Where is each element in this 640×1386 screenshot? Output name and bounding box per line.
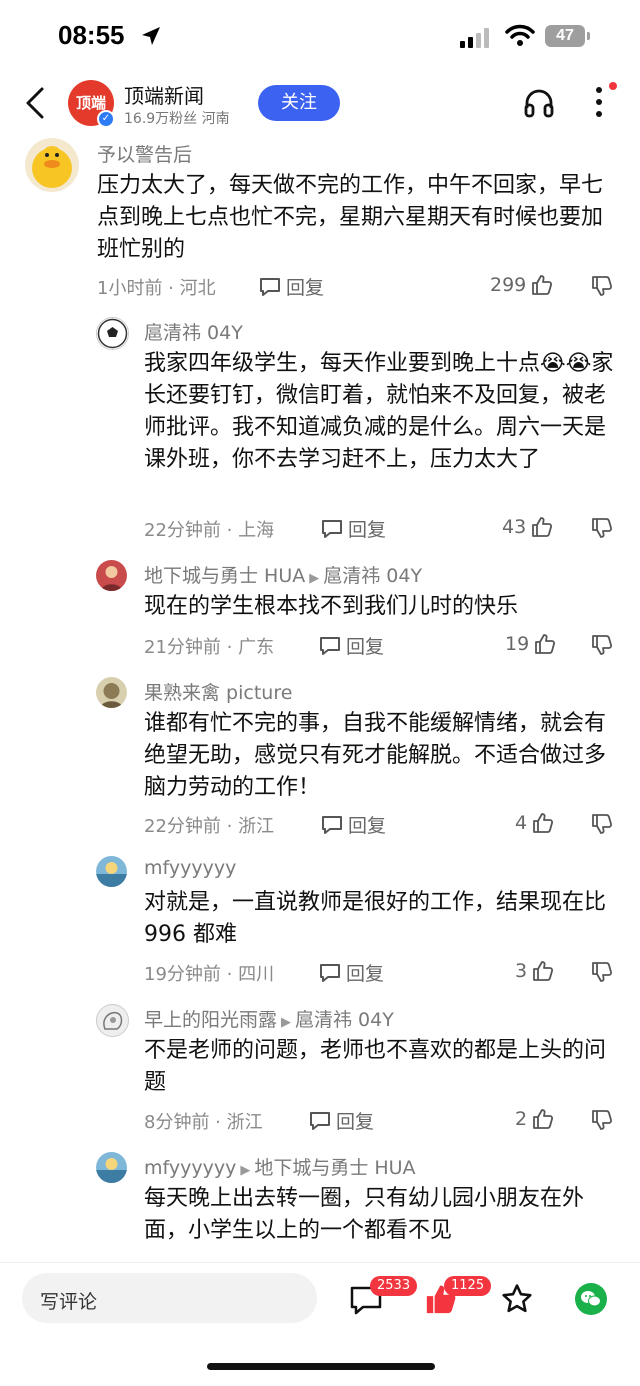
like-count: 299 xyxy=(490,274,527,296)
comment-text: 不是老师的问题，老师也不喜欢的都是上头的问题 xyxy=(144,1038,607,1095)
reply-label: 回复 xyxy=(348,519,387,541)
comment-meta: 19分钟前 · 四川 xyxy=(144,964,275,985)
avatar[interactable] xyxy=(96,1004,129,1037)
location-arrow-icon xyxy=(142,27,160,45)
thumbs-up-icon xyxy=(532,275,553,295)
like-button[interactable]: 19 xyxy=(505,632,557,656)
comment-text: 对就是，一直说教师是很好的工作，结果现在比 996 都难 xyxy=(144,890,607,947)
speech-bubble-icon xyxy=(322,815,342,834)
comment-meta: 21分钟前 · 广东 xyxy=(144,637,275,658)
comment-meta: 22分钟前 · 上海 xyxy=(144,520,275,541)
account-meta: 16.9万粉丝 河南 xyxy=(124,111,230,127)
comment-meta: 22分钟前 · 浙江 xyxy=(144,816,275,837)
thumbs-down-icon[interactable] xyxy=(590,274,614,298)
reply-button[interactable]: 回复 xyxy=(320,515,386,542)
battery-tip xyxy=(587,32,590,40)
reply-label: 回复 xyxy=(286,277,325,299)
reply-arrow-icon: ▶ xyxy=(240,1163,251,1178)
comment-meta: 8分钟前 · 浙江 xyxy=(144,1112,263,1133)
like-button[interactable]: 3 xyxy=(515,959,555,983)
reply-button[interactable]: 回复 xyxy=(320,811,386,838)
comment-username[interactable]: 扈清祎 04Y xyxy=(144,318,243,345)
reply-to-username[interactable]: 地下城与勇士 HUA xyxy=(254,1157,415,1179)
username[interactable]: 早上的阳光雨露 xyxy=(144,1009,277,1031)
thumbs-down-icon[interactable] xyxy=(590,516,614,540)
reply-label: 回复 xyxy=(336,1111,375,1133)
reply-button[interactable]: 回复 xyxy=(318,959,384,986)
avatar[interactable] xyxy=(96,677,127,708)
comment-text: 谁都有忙不完的事，自我不能缓解情绪，就会有绝望无助，感觉只有死才能解脱。不适合做… xyxy=(144,711,607,800)
reply-button[interactable]: 回复 xyxy=(258,273,324,300)
star-icon[interactable] xyxy=(500,1282,534,1316)
follow-button[interactable]: 关注 xyxy=(258,85,340,121)
account-name[interactable]: 顶端新闻 xyxy=(124,80,204,109)
speech-bubble-icon xyxy=(320,636,340,655)
speech-bubble-icon xyxy=(322,519,342,538)
speech-bubble-icon xyxy=(320,963,340,982)
thumbs-down-icon[interactable] xyxy=(590,812,614,836)
more-vertical-icon[interactable] xyxy=(592,84,606,120)
reply-arrow-icon: ▶ xyxy=(309,571,320,586)
battery-indicator: 47 xyxy=(545,25,585,47)
like-count: 3 xyxy=(515,960,528,982)
comment-text: 现在的学生根本找不到我们儿时的快乐 xyxy=(144,594,519,619)
comment-username[interactable]: 地下城与勇士 HUA ▶ 扈清祎 04Y xyxy=(144,561,422,588)
reply-button[interactable]: 回复 xyxy=(308,1107,374,1134)
thumbs-down-icon[interactable] xyxy=(590,960,614,984)
like-count: 2 xyxy=(515,1108,528,1130)
thumbs-up-icon xyxy=(533,1109,554,1129)
thumbs-up-icon xyxy=(532,517,553,537)
speech-bubble-icon xyxy=(260,277,280,296)
wifi-icon xyxy=(505,24,535,46)
comment-text: 每天晚上出去转一圈，只有幼儿园小朋友在外面，小学生以上的一个都看不见 xyxy=(144,1186,585,1243)
like-count-badge: 1125 xyxy=(444,1276,492,1296)
reply-arrow-icon: ▶ xyxy=(281,1015,292,1030)
like-count: 43 xyxy=(502,516,527,538)
comment-username[interactable]: 予以警告后 xyxy=(97,140,192,167)
comment-username[interactable]: 果熟来禽 picture xyxy=(144,678,292,705)
comment-text: 压力太大了，每天做不完的工作，中午不回家，早七点到晚上七点也忙不完，星期六星期天… xyxy=(97,173,604,262)
comment-text: 我家四年级学生，每天作业要到晚上十点😭😭家长还要钉钉，微信盯着，就怕来不及回复，… xyxy=(144,351,614,472)
avatar[interactable] xyxy=(96,1152,127,1183)
reply-label: 回复 xyxy=(348,815,387,837)
reply-label: 回复 xyxy=(346,636,385,658)
like-button[interactable]: 2 xyxy=(515,1107,555,1131)
avatar[interactable] xyxy=(25,138,79,192)
comment-input-placeholder[interactable]: 写评论 xyxy=(40,1287,97,1314)
back-chevron-icon[interactable] xyxy=(22,86,48,120)
username[interactable]: mfyyyyyy xyxy=(144,1157,236,1179)
thumbs-up-icon xyxy=(535,634,556,654)
status-time: 08:55 xyxy=(58,20,125,50)
like-count: 4 xyxy=(515,812,528,834)
like-count: 19 xyxy=(505,633,530,655)
reply-button[interactable]: 回复 xyxy=(318,632,384,659)
like-button[interactable]: 4 xyxy=(515,811,555,835)
thumbs-down-icon[interactable] xyxy=(590,633,614,657)
comment-username[interactable]: mfyyyyyy xyxy=(144,857,236,879)
username[interactable]: 地下城与勇士 HUA xyxy=(144,565,305,587)
like-button[interactable]: 299 xyxy=(490,273,554,297)
like-button[interactable]: 43 xyxy=(502,515,554,539)
thumbs-up-icon xyxy=(533,813,554,833)
headphone-icon[interactable] xyxy=(522,86,556,120)
reply-to-username[interactable]: 扈清祎 04Y xyxy=(323,565,422,587)
avatar[interactable] xyxy=(96,560,127,591)
speech-bubble-icon xyxy=(310,1111,330,1130)
verified-badge-icon: ✓ xyxy=(97,110,115,128)
comment-username[interactable]: mfyyyyyy ▶ 地下城与勇士 HUA xyxy=(144,1153,416,1180)
cellular-signal-icon xyxy=(460,28,489,48)
comment-meta: 1小时前 · 河北 xyxy=(97,278,216,299)
wechat-icon[interactable] xyxy=(575,1283,607,1315)
avatar[interactable] xyxy=(96,856,127,887)
notification-dot xyxy=(609,82,617,90)
avatar[interactable] xyxy=(96,317,129,350)
home-indicator xyxy=(207,1363,435,1370)
comment-username[interactable]: 早上的阳光雨露 ▶ 扈清祎 04Y xyxy=(144,1005,394,1032)
thumbs-down-icon[interactable] xyxy=(590,1108,614,1132)
comment-count-badge: 2533 xyxy=(370,1276,418,1296)
reply-to-username[interactable]: 扈清祎 04Y xyxy=(295,1009,394,1031)
thumbs-up-icon xyxy=(533,961,554,981)
reply-label: 回复 xyxy=(346,963,385,985)
